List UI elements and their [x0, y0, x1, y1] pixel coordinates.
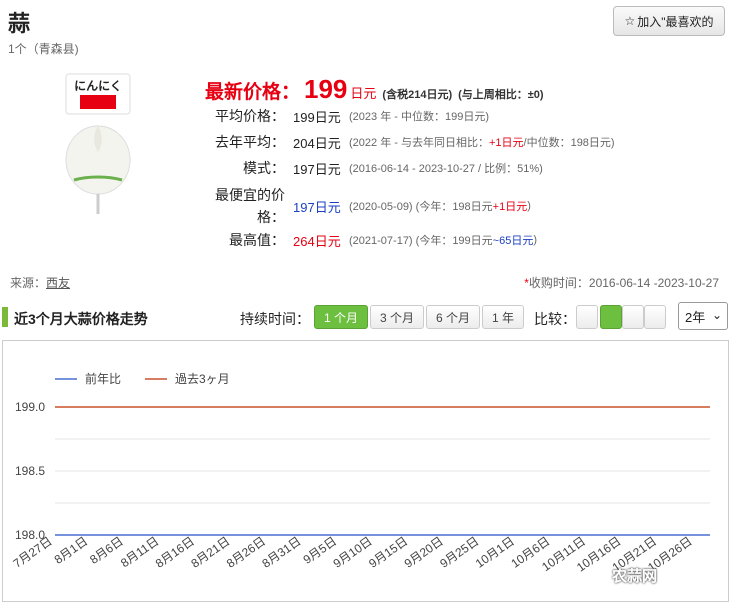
compare-toggle-3[interactable] — [622, 305, 644, 329]
latest-price-label: 最新价格： — [205, 82, 301, 103]
row-average: 平均价格： 199日元 (2023 年 - 中位数：199日元) — [205, 106, 489, 126]
row-mode-note: (2016-06-14 - 2023-10-27 / 比例：51%) — [349, 163, 543, 175]
row-highest-note-a: (2021-07-17) (今年：199日元 — [349, 235, 493, 247]
chevron-down-icon: ⌄ — [711, 308, 722, 322]
row-mode-value: 197日元 — [293, 161, 341, 177]
row-last-year-key: 去年平均： — [215, 134, 285, 150]
product-image-label: にんにく — [74, 79, 122, 93]
row-cheapest-note-c: ) — [527, 200, 531, 212]
x-tick-label: 8月26日 — [224, 534, 268, 571]
x-tick-label: 8月31日 — [260, 534, 304, 571]
collection-text: 收购时间：2016-06-14 -2023-10-27 — [528, 276, 719, 290]
row-last-year-value: 204日元 — [293, 135, 341, 151]
row-highest: 最高值： 264日元 (2021-07-17) (今年：199日元 ~65日元 … — [205, 230, 537, 250]
row-cheapest-key: 最便宜的价 格： — [205, 184, 293, 228]
compare-toggle-1[interactable] — [576, 305, 598, 329]
latest-price-tax: (含税214日元) — [382, 89, 453, 101]
latest-price: 最新价格： 199 日元 (含税214日元) (与上周相比：±0) — [205, 74, 544, 105]
row-highest-key: 最高值： — [229, 232, 285, 248]
product-image: にんにく — [65, 73, 131, 214]
duration-label: 持续时间： — [240, 311, 310, 327]
year-select[interactable]: 2年 ⌄ — [678, 302, 728, 330]
row-last-year-note-a: (2022 年 - 与去年同日相比： — [349, 137, 489, 149]
row-highest-diff: ~65日元 — [492, 235, 534, 247]
row-cheapest-diff: +1日元 — [492, 201, 528, 213]
duration-1-year-button[interactable]: 1 年 — [482, 305, 524, 329]
duration-1-month-button[interactable]: 1 个月 — [314, 305, 368, 329]
row-highest-note-c: ) — [533, 234, 538, 246]
row-highest-value: 264日元 — [293, 233, 341, 249]
legend-label: 過去3ヶ月 — [175, 372, 230, 386]
row-average-key: 平均价格： — [215, 108, 285, 124]
source-label: 来源： — [10, 276, 47, 290]
star-icon: ☆ — [624, 14, 636, 28]
compare-label: 比较： — [534, 311, 576, 327]
duration-6-month-button[interactable]: 6 个月 — [426, 305, 480, 329]
x-tick-label: 9月20日 — [402, 534, 446, 571]
watermark: 农蒜网 — [612, 568, 658, 585]
section-title: 近3个月大蒜价格走势 — [14, 311, 148, 327]
x-tick-label: 10月1日 — [473, 534, 517, 571]
row-cheapest-value: 197日元 — [293, 199, 341, 215]
row-cheapest: 最便宜的价 格： 197日元 (2020-05-09) (今年：198日元 +1… — [205, 184, 531, 228]
row-cheapest-key-line1: 最便宜的价 — [215, 187, 285, 203]
source-link[interactable]: 西友 — [46, 276, 70, 290]
compare-toggle-4[interactable] — [644, 305, 666, 329]
row-cheapest-key-line2: 格： — [257, 209, 285, 225]
row-cheapest-note-a: (2020-05-09) (今年：198日元 — [349, 201, 493, 213]
x-tick-label: 8月21日 — [188, 534, 232, 571]
x-tick-label: 8月11日 — [118, 534, 161, 570]
source-info: 来源：西友 — [10, 274, 70, 291]
price-chart-svg: 199.0198.5198.0前年比 過去3ヶ月7月27日8月1日8月6日8月11… — [11, 371, 710, 575]
x-tick-label: 9月15日 — [366, 534, 410, 571]
x-tick-label: 8月16日 — [153, 534, 197, 571]
row-last-year: 去年平均： 204日元 (2022 年 - 与去年同日相比： +1日元 /中位数… — [205, 132, 615, 152]
duration-3-month-button[interactable]: 3 个月 — [370, 305, 424, 329]
x-tick-label: 9月25日 — [437, 534, 481, 571]
row-mode: 模式： 197日元 (2016-06-14 - 2023-10-27 / 比例：… — [205, 158, 543, 178]
compare-toggle-2[interactable] — [600, 305, 622, 329]
row-average-value: 199日元 — [293, 109, 341, 125]
x-tick-label: 9月10日 — [331, 534, 375, 571]
row-last-year-diff: +1日元 — [488, 137, 524, 149]
year-select-value: 2年 — [685, 309, 706, 325]
latest-price-compare: (与上周相比：±0) — [458, 89, 544, 101]
price-chart: 199.0 198.5 198.0 前年比 過去3ヶ月 7月27日 8月1日 8月6日 8月11… — [2, 340, 729, 602]
x-tick-label: 8月1日 — [52, 534, 91, 567]
section-accent-bar — [2, 307, 8, 327]
latest-price-unit: 日元 — [350, 86, 377, 101]
latest-price-value: 199 — [304, 74, 348, 104]
row-mode-key: 模式： — [243, 160, 285, 176]
row-last-year-note-c: /中位数：198日元) — [523, 137, 615, 149]
add-favorite-label: 加入"最喜欢的 — [637, 14, 714, 29]
product-subtitle: 1个（青森县) — [8, 42, 79, 56]
page-title: 蒜 — [8, 11, 31, 36]
y-tick-label: 199.0 — [15, 400, 45, 414]
y-tick-label: 198.5 — [15, 464, 45, 478]
add-favorite-button[interactable]: ☆ 加入"最喜欢的 — [613, 6, 725, 36]
collection-period: *收购时间：2016-06-14 -2023-10-27 — [524, 274, 719, 291]
legend-label: 前年比 — [85, 371, 121, 386]
row-average-note: (2023 年 - 中位数：199日元) — [349, 111, 489, 123]
